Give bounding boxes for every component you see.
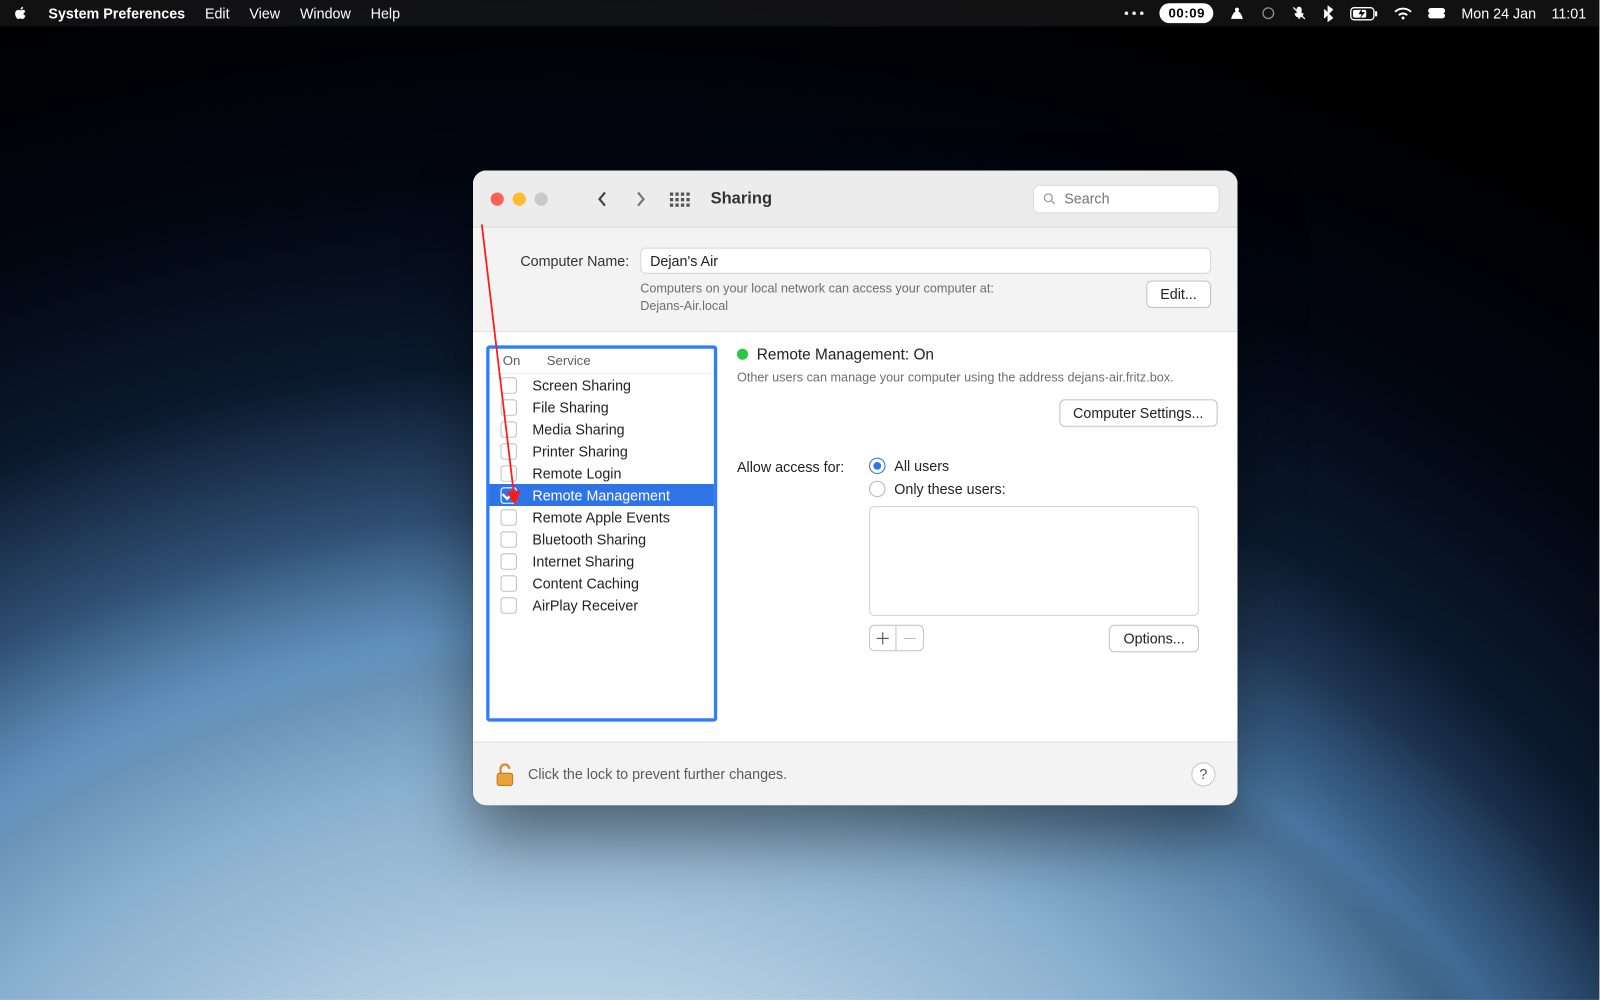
service-checkbox[interactable] — [501, 553, 518, 570]
allow-access-label: Allow access for: — [737, 457, 858, 475]
service-checkbox[interactable] — [501, 443, 518, 460]
service-row-remote-apple-events[interactable]: Remote Apple Events — [490, 506, 714, 528]
service-row-bluetooth-sharing[interactable]: Bluetooth Sharing — [490, 528, 714, 550]
remove-user-button: － — [897, 626, 923, 650]
menu-bar: System Preferences Edit View Window Help… — [0, 0, 1599, 26]
computer-name-field[interactable]: Dejan's Air — [640, 248, 1211, 274]
menubar-extra-dots-icon[interactable] — [1125, 7, 1145, 20]
show-all-button[interactable] — [667, 186, 691, 210]
search-icon — [1043, 191, 1056, 205]
computer-name-label: Computer Name: — [499, 252, 629, 269]
service-row-printer-sharing[interactable]: Printer Sharing — [490, 440, 714, 462]
radio-only-these-users[interactable]: Only these users: — [869, 481, 1199, 498]
wifi-icon[interactable] — [1394, 6, 1413, 20]
service-name-label: Screen Sharing — [532, 377, 631, 394]
service-name-label: Remote Apple Events — [532, 509, 670, 525]
app-menu[interactable]: System Preferences — [48, 5, 185, 22]
radio-all-users[interactable]: All users — [869, 457, 1199, 474]
window-close-button[interactable] — [491, 192, 504, 205]
service-name-label: File Sharing — [532, 399, 608, 416]
nav-back-button[interactable] — [592, 188, 614, 210]
service-name-label: Content Caching — [532, 575, 639, 592]
menu-edit[interactable]: Edit — [205, 5, 230, 22]
service-status-desc: Other users can manage your computer usi… — [737, 370, 1218, 388]
battery-icon[interactable] — [1350, 6, 1379, 20]
menu-view[interactable]: View — [249, 5, 280, 22]
service-checkbox[interactable] — [501, 465, 518, 482]
pane-title: Sharing — [711, 189, 772, 208]
preferences-window: Sharing Computer Name: Dejan's Air Compu… — [473, 171, 1238, 806]
service-checkbox[interactable] — [501, 487, 518, 504]
service-row-screen-sharing[interactable]: Screen Sharing — [490, 374, 714, 396]
help-button[interactable]: ? — [1191, 762, 1215, 786]
service-row-file-sharing[interactable]: File Sharing — [490, 396, 714, 418]
apple-menu-icon[interactable] — [13, 6, 28, 21]
window-traffic-lights — [491, 192, 548, 205]
service-name-label: Media Sharing — [532, 421, 624, 438]
menubar-timer-pill[interactable]: 00:09 — [1160, 3, 1214, 23]
lock-hint-text: Click the lock to prevent further change… — [528, 766, 787, 783]
control-center-icon[interactable] — [1428, 7, 1446, 20]
window-zoom-button[interactable] — [535, 192, 548, 205]
lock-icon[interactable] — [495, 762, 515, 786]
status-dot-icon — [737, 349, 748, 360]
menubar-clock[interactable]: 11:01 — [1551, 5, 1586, 22]
menubar-app-icon-2[interactable] — [1261, 6, 1276, 21]
service-row-internet-sharing[interactable]: Internet Sharing — [490, 550, 714, 572]
service-checkbox[interactable] — [501, 509, 518, 525]
service-row-media-sharing[interactable]: Media Sharing — [490, 418, 714, 440]
service-checkbox[interactable] — [501, 531, 518, 548]
radio-on-icon — [869, 457, 886, 474]
service-name-label: AirPlay Receiver — [532, 597, 638, 614]
service-name-label: Internet Sharing — [532, 553, 634, 570]
users-listbox[interactable] — [869, 506, 1199, 616]
menubar-app-icon-1[interactable] — [1229, 5, 1246, 22]
service-checkbox[interactable] — [501, 399, 518, 416]
window-minimize-button[interactable] — [513, 192, 526, 205]
bluetooth-icon[interactable] — [1323, 5, 1335, 22]
service-name-label: Printer Sharing — [532, 443, 627, 460]
edit-hostname-button[interactable]: Edit... — [1146, 281, 1211, 309]
options-button[interactable]: Options... — [1109, 625, 1199, 653]
menubar-date[interactable]: Mon 24 Jan — [1461, 5, 1536, 22]
toolbar-search-field[interactable] — [1033, 184, 1220, 213]
service-name-label: Remote Management — [532, 487, 670, 504]
add-user-button[interactable]: ＋ — [870, 626, 896, 650]
service-checkbox[interactable] — [501, 575, 518, 592]
service-checkbox[interactable] — [501, 421, 518, 438]
mic-muted-icon[interactable] — [1292, 6, 1307, 21]
service-row-remote-login[interactable]: Remote Login — [490, 462, 714, 484]
service-checkbox[interactable] — [501, 377, 518, 394]
menu-help[interactable]: Help — [371, 5, 400, 22]
window-toolbar: Sharing — [473, 171, 1238, 228]
computer-settings-button[interactable]: Computer Settings... — [1059, 399, 1218, 427]
search-input[interactable] — [1062, 189, 1210, 208]
menu-window[interactable]: Window — [300, 5, 351, 22]
service-row-content-caching[interactable]: Content Caching — [490, 572, 714, 594]
service-status-title: Remote Management: On — [757, 346, 934, 364]
service-name-label: Bluetooth Sharing — [532, 531, 646, 548]
services-header: On Service — [490, 349, 714, 374]
radio-off-icon — [869, 481, 886, 498]
service-name-label: Remote Login — [532, 465, 621, 482]
service-row-airplay-receiver[interactable]: AirPlay Receiver — [490, 594, 714, 616]
nav-forward-button[interactable] — [629, 188, 651, 210]
network-hint-text: Computers on your local network can acce… — [640, 281, 994, 316]
service-checkbox[interactable] — [501, 597, 518, 614]
services-table[interactable]: On Service Screen Sharing File Sharing Med… — [486, 346, 717, 722]
service-row-remote-management[interactable]: Remote Management — [490, 484, 714, 506]
